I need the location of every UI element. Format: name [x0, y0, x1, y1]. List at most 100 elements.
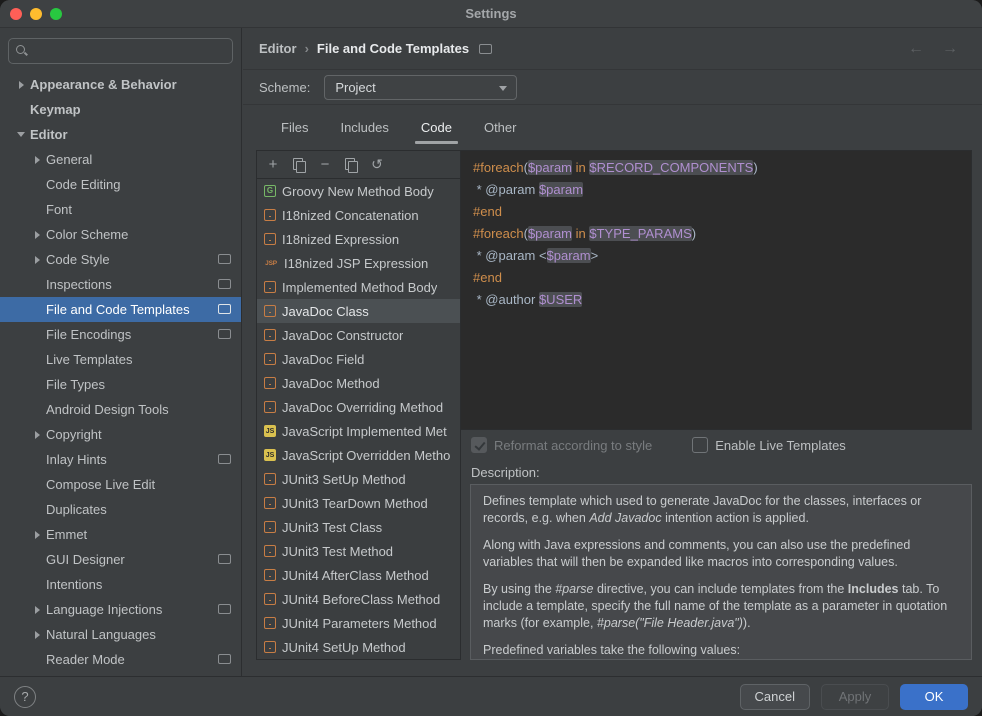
reformat-checkbox-group[interactable]: Reformat according to style [471, 437, 652, 453]
sidebar-item-label: Code Style [46, 252, 110, 267]
chevron-down-icon[interactable] [12, 132, 30, 137]
live-templates-checkbox[interactable] [692, 437, 708, 453]
chevron-right-icon[interactable] [28, 256, 46, 264]
sidebar-item-color-scheme[interactable]: Color Scheme [0, 222, 241, 247]
code-token: in [576, 160, 586, 175]
tab-code[interactable]: Code [405, 106, 468, 148]
template-item-javadoc-class[interactable]: JavaDoc Class [257, 299, 460, 323]
scheme-dropdown[interactable]: Project [324, 75, 517, 100]
sidebar-item-natural-languages[interactable]: Natural Languages [0, 622, 241, 647]
reformat-checkbox[interactable] [471, 437, 487, 453]
chevron-right-icon[interactable] [28, 431, 46, 439]
sidebar-item-copyright[interactable]: Copyright [0, 422, 241, 447]
sidebar-item-duplicates[interactable]: Duplicates [0, 497, 241, 522]
sidebar-item-reader-mode[interactable]: Reader Mode [0, 647, 241, 672]
sidebar-item-code-editing[interactable]: Code Editing [0, 172, 241, 197]
footer-buttons: CancelApplyOK [740, 684, 968, 710]
description-segment: #parse [555, 582, 593, 596]
template-item-label: I18nized JSP Expression [284, 256, 428, 271]
sidebar-item-label: Copyright [46, 427, 102, 442]
template-item-junit3-setup-method[interactable]: JUnit3 SetUp Method [257, 467, 460, 491]
zoom-button[interactable] [50, 8, 62, 20]
chevron-right-icon[interactable] [28, 231, 46, 239]
sidebar-item-label: Language Injections [46, 602, 162, 617]
tab-includes[interactable]: Includes [324, 106, 404, 148]
sidebar-item-file-and-code-templates[interactable]: File and Code Templates [0, 297, 241, 322]
close-button[interactable] [10, 8, 22, 20]
sidebar-item-gui-designer[interactable]: GUI Designer [0, 547, 241, 572]
template-item-javadoc-field[interactable]: JavaDoc Field [257, 347, 460, 371]
sidebar-item-intentions[interactable]: Intentions [0, 572, 241, 597]
sidebar-item-live-templates[interactable]: Live Templates [0, 347, 241, 372]
sidebar-item-font[interactable]: Font [0, 197, 241, 222]
sidebar-item-editor[interactable]: Editor [0, 122, 241, 147]
template-item-label: Groovy New Method Body [282, 184, 434, 199]
search-input[interactable] [34, 43, 225, 60]
list-toolbar: + − ↺ [257, 151, 460, 179]
tab-files[interactable]: Files [265, 106, 324, 148]
live-templates-checkbox-group[interactable]: Enable Live Templates [692, 437, 846, 453]
template-item-label: JavaScript Implemented Met [282, 424, 447, 439]
template-item-junit3-test-class[interactable]: JUnit3 Test Class [257, 515, 460, 539]
search-box[interactable] [8, 38, 233, 64]
sidebar-item-label: Compose Live Edit [46, 477, 155, 492]
sidebar-item-file-types[interactable]: File Types [0, 372, 241, 397]
template-item-i18nized-concatenation[interactable]: I18nized Concatenation [257, 203, 460, 227]
sidebar-item-label: Code Editing [46, 177, 120, 192]
forward-button[interactable]: → [942, 40, 958, 58]
template-item-junit3-teardown-method[interactable]: JUnit3 TearDown Method [257, 491, 460, 515]
template-template-icon [264, 377, 276, 389]
template-item-javadoc-method[interactable]: JavaDoc Method [257, 371, 460, 395]
cancel-button[interactable]: Cancel [740, 684, 810, 710]
template-item-javascript-overridden-metho[interactable]: JSJavaScript Overridden Metho [257, 443, 460, 467]
template-item-i18nized-jsp-expression[interactable]: JSPI18nized JSP Expression [257, 251, 460, 275]
description-segment: ). [743, 616, 751, 630]
template-item-javadoc-overriding-method[interactable]: JavaDoc Overriding Method [257, 395, 460, 419]
template-item-junit4-beforeclass-method[interactable]: JUnit4 BeforeClass Method [257, 587, 460, 611]
sidebar-item-general[interactable]: General [0, 147, 241, 172]
chevron-right-icon[interactable] [28, 631, 46, 639]
breadcrumb-item-editor[interactable]: Editor [259, 41, 297, 56]
revert-icon[interactable]: ↺ [368, 156, 386, 174]
code-editor[interactable]: #foreach($param in $RECORD_COMPONENTS) *… [461, 150, 972, 430]
duplicate-icon[interactable] [342, 156, 360, 174]
sidebar-item-code-style[interactable]: Code Style [0, 247, 241, 272]
tab-other[interactable]: Other [468, 106, 533, 148]
template-item-junit4-setup-method[interactable]: JUnit4 SetUp Method [257, 635, 460, 659]
template-item-junit4-parameters-method[interactable]: JUnit4 Parameters Method [257, 611, 460, 635]
chevron-right-icon[interactable] [12, 81, 30, 89]
remove-icon[interactable]: − [316, 156, 334, 174]
copy-icon[interactable] [290, 156, 308, 174]
chevron-right-icon[interactable] [28, 606, 46, 614]
screen-icon [218, 304, 231, 314]
sidebar-item-language-injections[interactable]: Language Injections [0, 597, 241, 622]
chevron-right-icon[interactable] [28, 531, 46, 539]
back-button[interactable]: ← [908, 40, 924, 58]
code-token: $param [547, 248, 591, 263]
code-line: #foreach($param in $TYPE_PARAMS) [473, 223, 959, 245]
sidebar-item-android-design-tools[interactable]: Android Design Tools [0, 397, 241, 422]
chevron-right-icon[interactable] [28, 156, 46, 164]
template-item-i18nized-expression[interactable]: I18nized Expression [257, 227, 460, 251]
sidebar-item-appearance-behavior[interactable]: Appearance & Behavior [0, 72, 241, 97]
sidebar-item-compose-live-edit[interactable]: Compose Live Edit [0, 472, 241, 497]
sidebar-item-inspections[interactable]: Inspections [0, 272, 241, 297]
template-item-javadoc-constructor[interactable]: JavaDoc Constructor [257, 323, 460, 347]
live-templates-checkbox-label: Enable Live Templates [715, 438, 846, 453]
template-item-implemented-method-body[interactable]: Implemented Method Body [257, 275, 460, 299]
sidebar-item-inlay-hints[interactable]: Inlay Hints [0, 447, 241, 472]
sidebar-item-file-encodings[interactable]: File Encodings [0, 322, 241, 347]
template-item-junit3-test-method[interactable]: JUnit3 Test Method [257, 539, 460, 563]
minimize-button[interactable] [30, 8, 42, 20]
sidebar-item-keymap[interactable]: Keymap [0, 97, 241, 122]
template-item-junit4-afterclass-method[interactable]: JUnit4 AfterClass Method [257, 563, 460, 587]
template-item-groovy-new-method-body[interactable]: GGroovy New Method Body [257, 179, 460, 203]
sidebar-item-emmet[interactable]: Emmet [0, 522, 241, 547]
template-item-label: JavaDoc Overriding Method [282, 400, 443, 415]
js-template-icon: JS [264, 449, 276, 461]
add-icon[interactable]: + [264, 156, 282, 174]
template-item-label: I18nized Expression [282, 232, 399, 247]
template-item-javascript-implemented-met[interactable]: JSJavaScript Implemented Met [257, 419, 460, 443]
ok-button[interactable]: OK [900, 684, 968, 710]
help-button[interactable]: ? [14, 686, 36, 708]
